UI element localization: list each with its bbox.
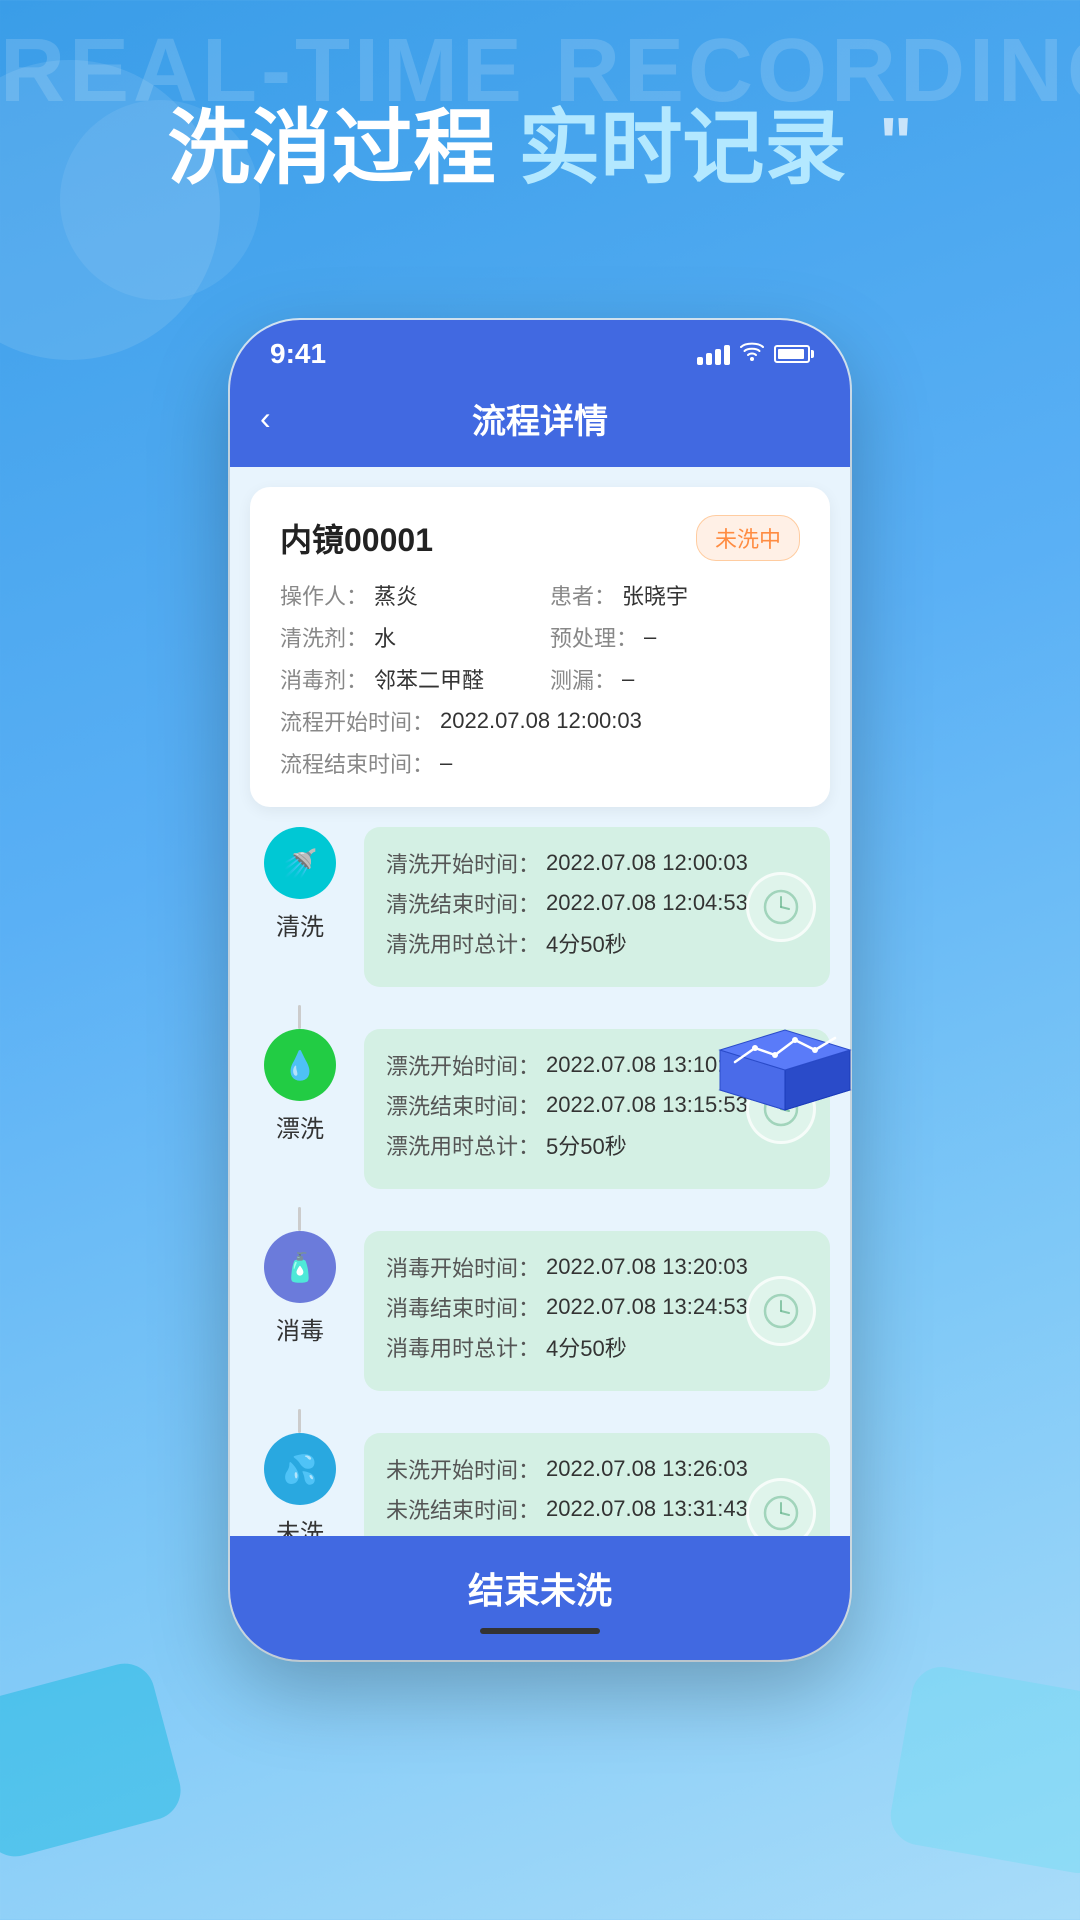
bg-shape-right [886, 1662, 1080, 1877]
battery-icon [774, 345, 810, 363]
start-time-value: 2022.07.08 12:00:03 [440, 708, 642, 734]
detergent-value: 水 [374, 621, 396, 653]
signal-icon [697, 343, 730, 365]
steps-container: 🚿 清洗 清洗开始时间： 2022.07.08 12:00:03 清洗结束时间：… [250, 827, 830, 1593]
info-card: 内镜00001 未洗中 操作人： 蒸炎 患者： 张晓宇 清洗剂： 水 [250, 487, 830, 807]
step-line-2 [298, 1409, 301, 1433]
step-left-disinfect: 🧴 消毒 [250, 1231, 350, 1346]
disinfectant-value: 邻苯二甲醛 [374, 663, 484, 695]
bg-shape-left [0, 1657, 187, 1863]
phone-shell: 9:41 [230, 320, 850, 1660]
step-label-clean: 清洗 [276, 907, 324, 942]
step-start-row-clean: 清洗开始时间： 2022.07.08 12:00:03 [386, 847, 808, 879]
end-button[interactable]: 结束未洗 [468, 1570, 612, 1611]
detergent-label: 清洗剂： [280, 621, 368, 653]
card-header: 内镜00001 未洗中 [280, 515, 800, 561]
step-left-final: 💦 未洗 [250, 1433, 350, 1548]
step-label-disinfect: 消毒 [276, 1311, 324, 1346]
step-card-clean[interactable]: 清洗开始时间： 2022.07.08 12:00:03 清洗结束时间： 2022… [364, 827, 830, 987]
step-row-clean: 🚿 清洗 清洗开始时间： 2022.07.08 12:00:03 清洗结束时间：… [250, 827, 830, 987]
hero-quote: " [879, 103, 912, 181]
clock-watermark-clean [746, 872, 816, 942]
patient-value: 张晓宇 [622, 579, 688, 611]
operator-label: 操作人： [280, 579, 368, 611]
step-row-disinfect: 🧴 消毒 消毒开始时间： 2022.07.08 13:20:03 消毒结束时间：… [250, 1231, 830, 1391]
step-end-row-final: 未洗结束时间： 2022.07.08 13:31:43 [386, 1493, 808, 1525]
pretreatment-label: 预处理： [550, 621, 638, 653]
step-line-0 [298, 1005, 301, 1029]
chart-3d-decoration [700, 1000, 870, 1130]
step-end-row-clean: 清洗结束时间： 2022.07.08 12:04:53 [386, 887, 808, 919]
pretreatment-row: 预处理： – [550, 621, 800, 653]
status-badge: 未洗中 [696, 515, 800, 561]
step-start-row-disinfect: 消毒开始时间： 2022.07.08 13:20:03 [386, 1251, 808, 1283]
step-label-rinse: 漂洗 [276, 1109, 324, 1144]
step-line-1 [298, 1207, 301, 1231]
wifi-icon [740, 340, 764, 368]
disinfectant-row: 消毒剂： 邻苯二甲醛 [280, 663, 530, 695]
hero-title-part1: 洗消过程 [168, 103, 496, 194]
step-end-row-disinfect: 消毒结束时间： 2022.07.08 13:24:53 [386, 1291, 808, 1323]
step-icon-rinse: 💧 [264, 1029, 336, 1101]
step-card-disinfect[interactable]: 消毒开始时间： 2022.07.08 13:20:03 消毒结束时间： 2022… [364, 1231, 830, 1391]
patient-row: 患者： 张晓宇 [550, 579, 800, 611]
bottom-button-area: 结束未洗 [230, 1536, 850, 1660]
end-time-row: 流程结束时间： – [280, 747, 800, 779]
step-duration-row-disinfect: 消毒用时总计： 4分50秒 [386, 1331, 808, 1363]
page-title: 流程详情 [472, 394, 608, 443]
step-left-clean: 🚿 清洗 [250, 827, 350, 942]
leak-test-row: 测漏： – [550, 663, 800, 695]
operator-row: 操作人： 蒸炎 [280, 579, 530, 611]
end-time-value: – [440, 750, 452, 776]
operator-value: 蒸炎 [374, 579, 418, 611]
step-icon-disinfect: 🧴 [264, 1231, 336, 1303]
leak-test-value: – [622, 666, 634, 692]
status-bar: 9:41 [230, 320, 850, 378]
info-grid: 操作人： 蒸炎 患者： 张晓宇 清洗剂： 水 预处理： – [280, 579, 800, 779]
disinfectant-label: 消毒剂： [280, 663, 368, 695]
device-id: 内镜00001 [280, 515, 433, 561]
phone-mockup: 9:41 [230, 320, 850, 1700]
step-start-row-final: 未洗开始时间： 2022.07.08 13:26:03 [386, 1453, 808, 1485]
pretreatment-value: – [644, 624, 656, 650]
patient-label: 患者： [550, 579, 616, 611]
step-duration-row-clean: 清洗用时总计： 4分50秒 [386, 927, 808, 959]
hero-title-part2: 实时记录 [518, 103, 846, 194]
clock-watermark-disinfect [746, 1276, 816, 1346]
start-time-row: 流程开始时间： 2022.07.08 12:00:03 [280, 705, 800, 737]
detergent-row: 清洗剂： 水 [280, 621, 530, 653]
end-time-label: 流程结束时间： [280, 747, 434, 779]
back-button[interactable]: ‹ [260, 400, 271, 437]
hero-title: 洗消过程 实时记录 " [0, 100, 1080, 198]
app-header: ‹ 流程详情 [230, 378, 850, 467]
hero-section: 洗消过程 实时记录 " [0, 100, 1080, 198]
home-indicator [480, 1628, 600, 1634]
status-icons [697, 340, 810, 368]
step-duration-row-rinse: 漂洗用时总计： 5分50秒 [386, 1129, 808, 1161]
step-icon-clean: 🚿 [264, 827, 336, 899]
step-icon-final: 💦 [264, 1433, 336, 1505]
step-left-rinse: 💧 漂洗 [250, 1029, 350, 1144]
start-time-label: 流程开始时间： [280, 705, 434, 737]
leak-test-label: 测漏： [550, 663, 616, 695]
status-time: 9:41 [270, 338, 326, 370]
